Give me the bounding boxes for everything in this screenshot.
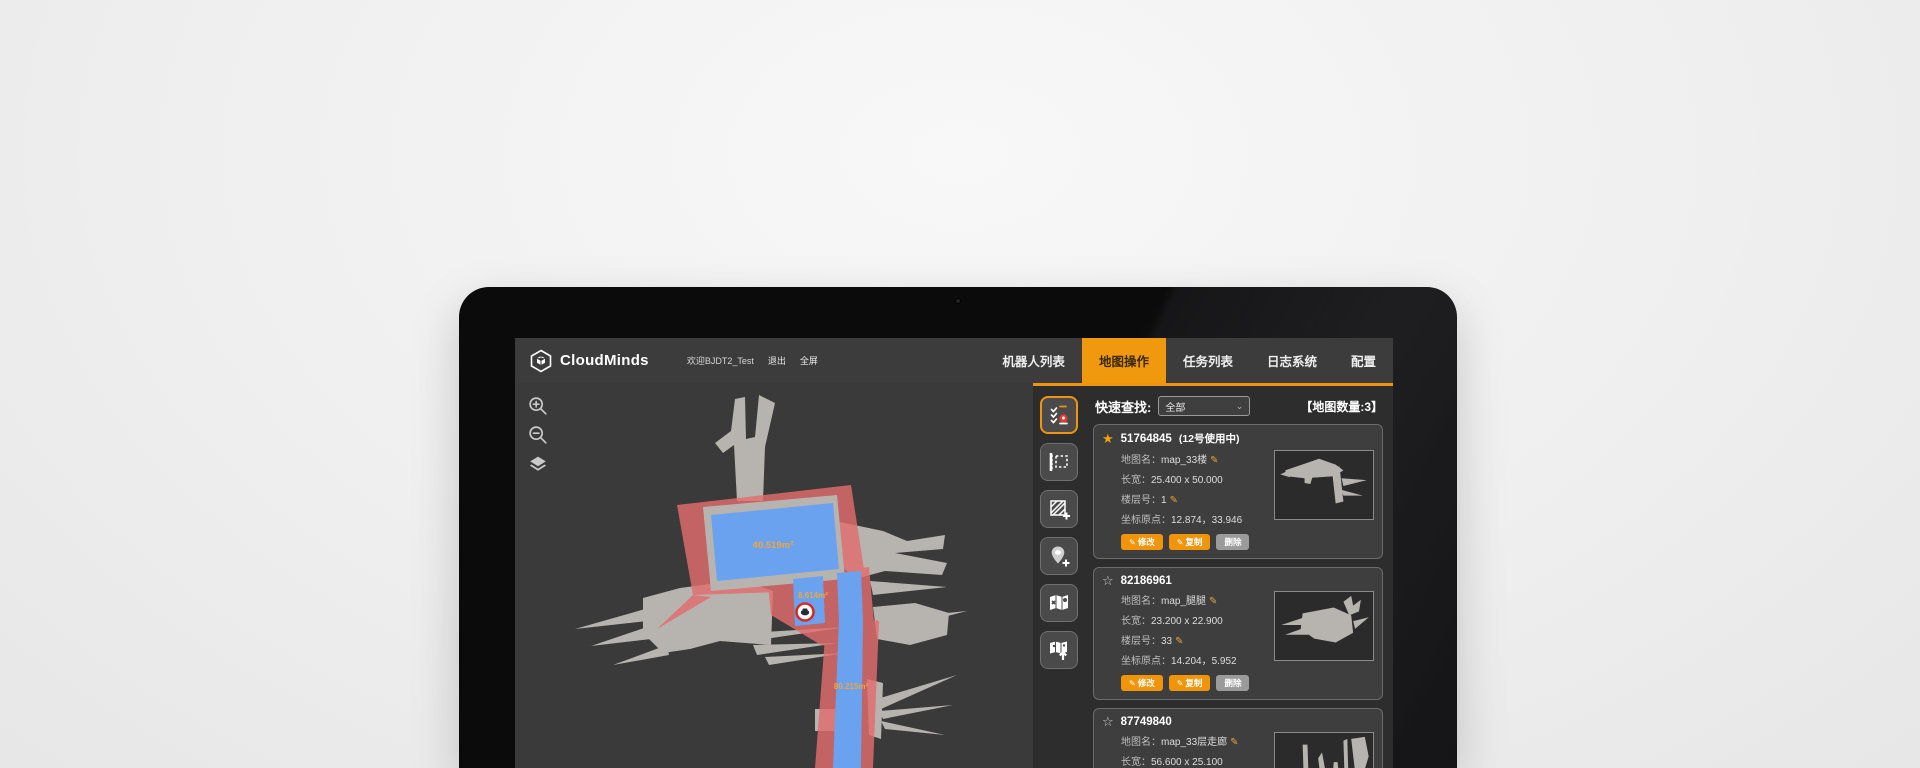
brand-name: CloudMinds [560, 352, 649, 369]
edit-map-button[interactable]: ✎修改 [1121, 675, 1163, 691]
map-route-icon[interactable] [1040, 584, 1078, 622]
field-value: 56.600 x 25.100 [1151, 757, 1223, 768]
pencil-icon: ✎ [1177, 538, 1184, 547]
pencil-icon: ✎ [1177, 679, 1184, 688]
area-label-small: 8.614m² [798, 591, 828, 600]
card-title-row: ☆ 87749840 [1102, 715, 1374, 728]
field-label: 坐标原点： [1121, 656, 1171, 667]
edit-pencil-icon[interactable]: ✎ [1210, 455, 1218, 466]
cloudminds-logo-icon [529, 349, 553, 373]
field-value: 23.200 x 22.900 [1151, 616, 1223, 627]
map-card[interactable]: ★ 51764845 (12号使用中) 地图名：map_33楼✎ 长宽：25.4… [1093, 424, 1383, 559]
filter-select[interactable]: 全部 ⌄ [1158, 396, 1250, 416]
area-small-2[interactable] [837, 571, 863, 623]
logout-link[interactable]: 退出 [768, 354, 786, 367]
field-value: map_腿腿 [1161, 596, 1206, 607]
map-id: 82186961 [1121, 575, 1172, 587]
panel-header: 快速查找: 全部 ⌄ 【地图数量:3】 [1095, 396, 1383, 416]
card-fields: 地图名：map_33楼✎ 长宽：25.400 x 50.000 楼层号：1✎ 坐… [1102, 446, 1274, 526]
field-value: 12.874，33.946 [1171, 515, 1242, 526]
delete-map-button[interactable]: 删除 [1216, 534, 1249, 550]
brand: CloudMinds [529, 338, 649, 383]
copy-map-button[interactable]: ✎复制 [1169, 675, 1211, 691]
map-id: 87749840 [1121, 716, 1172, 728]
card-fields: 地图名：map_腿腿✎ 长宽：23.200 x 22.900 楼层号：33✎ 坐… [1102, 587, 1274, 667]
card-fields: 地图名：map_33层走廊✎ 长宽：56.600 x 25.100 楼层号：33… [1102, 728, 1274, 768]
nav-log-system[interactable]: 日志系统 [1250, 338, 1334, 383]
field-label: 楼层号： [1121, 495, 1161, 506]
measure-area-icon[interactable] [1040, 443, 1078, 481]
area-label-large: 40.519m² [753, 540, 794, 551]
copy-map-button[interactable]: ✎复制 [1169, 534, 1211, 550]
pencil-icon: ✎ [1129, 538, 1136, 547]
edit-pencil-icon[interactable]: ✎ [1170, 495, 1178, 506]
field-value: 33 [1161, 636, 1172, 647]
app-window: CloudMinds 欢迎BJDT2_Test 退出 全屏 机器人列表 地图操作… [515, 338, 1393, 768]
nav-robot-list[interactable]: 机器人列表 [985, 338, 1082, 383]
pencil-icon: ✎ [1129, 679, 1136, 688]
fullscreen-link[interactable]: 全屏 [800, 354, 818, 367]
nav-settings[interactable]: 配置 [1334, 338, 1393, 383]
point-add-icon[interactable] [1040, 537, 1078, 575]
edit-pencil-icon[interactable]: ✎ [1230, 737, 1238, 748]
field-value: map_33层走廊 [1161, 737, 1227, 748]
virtual-wall-add-icon[interactable] [1040, 490, 1078, 528]
quick-find-label: 快速查找: [1095, 397, 1151, 416]
task-map-icon[interactable] [1040, 396, 1078, 434]
map-tool-strip [1033, 383, 1085, 768]
map-thumbnail[interactable] [1274, 591, 1374, 661]
nav-map-operations[interactable]: 地图操作 [1082, 338, 1166, 383]
robot-marker[interactable] [797, 604, 814, 621]
map-zoom-controls [527, 395, 549, 475]
area-label-corridor: 80.215m² [834, 682, 869, 691]
laptop-mockup: CloudMinds 欢迎BJDT2_Test 退出 全屏 机器人列表 地图操作… [459, 287, 1457, 768]
welcome-text: 欢迎BJDT2_Test [687, 354, 754, 367]
field-value: map_33楼 [1161, 455, 1207, 466]
card-actions: ✎修改 ✎复制 删除 [1102, 675, 1374, 691]
field-value: 1 [1161, 495, 1167, 506]
field-label: 楼层号： [1121, 636, 1161, 647]
map-thumbnail[interactable] [1274, 732, 1374, 768]
field-label: 地图名： [1121, 737, 1161, 748]
content-area: 40.519m² 8.614m² 80.215m² [515, 383, 1393, 768]
map-list-panel: 快速查找: 全部 ⌄ 【地图数量:3】 ★ 51764845 (12号使用中) [1085, 383, 1393, 768]
map-in-use-badge: (12号使用中) [1179, 431, 1240, 446]
map-upload-icon[interactable] [1040, 631, 1078, 669]
edit-pencil-icon[interactable]: ✎ [1209, 596, 1217, 607]
session-info: 欢迎BJDT2_Test 退出 全屏 [687, 338, 818, 383]
webcam-dot [955, 298, 961, 304]
map-thumbnail[interactable] [1274, 450, 1374, 520]
favorite-star-icon[interactable]: ☆ [1102, 715, 1114, 728]
zoom-in-icon[interactable] [527, 395, 549, 417]
card-title-row: ★ 51764845 (12号使用中) [1102, 431, 1374, 446]
filter-value: 全部 [1165, 399, 1185, 414]
card-actions: ✎修改 ✎复制 删除 [1102, 534, 1374, 550]
field-label: 坐标原点： [1121, 515, 1171, 526]
favorite-star-icon[interactable]: ★ [1102, 432, 1114, 445]
zoom-out-icon[interactable] [527, 424, 549, 446]
favorite-star-icon[interactable]: ☆ [1102, 574, 1114, 587]
main-nav: 机器人列表 地图操作 任务列表 日志系统 配置 [985, 338, 1393, 383]
map-canvas[interactable]: 40.519m² 8.614m² 80.215m² [515, 383, 1033, 768]
delete-map-button[interactable]: 删除 [1216, 675, 1249, 691]
map-viewport: 40.519m² 8.614m² 80.215m² [515, 383, 1033, 768]
field-label: 地图名： [1121, 596, 1161, 607]
nav-task-list[interactable]: 任务列表 [1166, 338, 1250, 383]
layers-icon[interactable] [527, 453, 549, 475]
map-card[interactable]: ☆ 82186961 地图名：map_腿腿✎ 长宽：23.200 x 22.90… [1093, 567, 1383, 700]
card-title-row: ☆ 82186961 [1102, 574, 1374, 587]
chevron-down-icon: ⌄ [1236, 402, 1244, 411]
field-value: 25.400 x 50.000 [1151, 475, 1223, 486]
field-label: 长宽： [1121, 616, 1151, 627]
top-navbar: CloudMinds 欢迎BJDT2_Test 退出 全屏 机器人列表 地图操作… [515, 338, 1393, 383]
field-label: 地图名： [1121, 455, 1161, 466]
edit-map-button[interactable]: ✎修改 [1121, 534, 1163, 550]
map-card[interactable]: ☆ 87749840 地图名：map_33层走廊✎ 长宽：56.600 x 25… [1093, 708, 1383, 768]
edit-pencil-icon[interactable]: ✎ [1175, 636, 1183, 647]
field-label: 长宽： [1121, 757, 1151, 768]
field-label: 长宽： [1121, 475, 1151, 486]
map-id: 51764845 [1121, 433, 1172, 445]
field-value: 14.204，5.952 [1171, 656, 1237, 667]
map-count-badge: 【地图数量:3】 [1300, 398, 1383, 415]
